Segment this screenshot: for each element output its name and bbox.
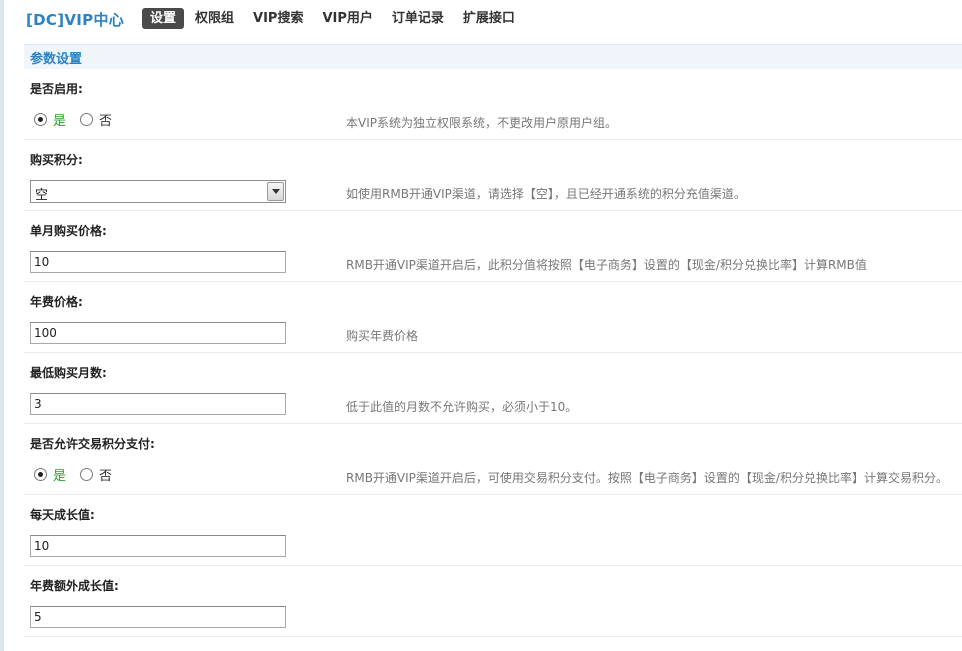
setting-tip: 如使用RMB开通VIP渠道，请选择【空】，且已经开通系统的积分充值渠道。 <box>346 187 746 201</box>
nav-tab-vip-users[interactable]: VIP用户 <box>313 8 381 29</box>
setting-tip: RMB开通VIP渠道开启后，此积分值将按照【电子商务】设置的【现金/积分兑换比率… <box>346 258 867 272</box>
nav-tab-settings[interactable]: 设置 <box>142 8 185 29</box>
setting-label: 单月购买价格: <box>30 224 107 238</box>
setting-label: 购买积分: <box>30 153 83 167</box>
annual-extra-growth-input[interactable] <box>30 606 286 628</box>
setting-row-annual-extra-growth: 年费额外成长值: <box>24 567 962 637</box>
setting-label: 是否启用: <box>30 82 83 96</box>
trade-credit-radio-group: 是 否 <box>34 465 126 484</box>
setting-tip: 低于此值的月数不允许购买，必须小于10。 <box>346 400 578 414</box>
app-brand-title: [DC]VIP中心 <box>26 11 125 29</box>
enable-yes-radio[interactable] <box>34 113 47 126</box>
setting-label: 年费价格: <box>30 295 83 309</box>
monthly-price-input[interactable] <box>30 251 286 273</box>
nav-tab-vip-search[interactable]: VIP搜索 <box>244 8 312 29</box>
setting-label: 年费额外成长值: <box>30 579 119 593</box>
enable-no-radio[interactable] <box>80 113 94 126</box>
buy-credit-select-value: 空 <box>35 188 49 203</box>
setting-row-daily-growth: 每天成长值: <box>24 496 962 566</box>
setting-row-min-months: 最低购买月数: 低于此值的月数不允许购买，必须小于10。 <box>24 354 962 424</box>
trade-credit-no-radio[interactable] <box>80 468 94 481</box>
nav-tabs: 设置 权限组 VIP搜索 VIP用户 订单记录 扩展接口 <box>142 8 525 29</box>
trade-credit-no-label[interactable]: 否 <box>99 465 112 484</box>
select-arrow-button[interactable] <box>267 182 284 201</box>
setting-label: 是否允许交易积分支付: <box>30 437 155 451</box>
nav-tab-order-records[interactable]: 订单记录 <box>383 8 453 29</box>
chevron-down-icon <box>272 189 280 194</box>
setting-row-annual-price: 年费价格: 购买年费价格 <box>24 283 962 353</box>
setting-tip: 购买年费价格 <box>346 329 419 343</box>
annual-price-input[interactable] <box>30 322 286 344</box>
setting-tip: RMB开通VIP渠道开启后，可使用交易积分支付。按照【电子商务】设置的【现金/积… <box>346 471 948 485</box>
setting-tip: 本VIP系统为独立权限系统，不更改用户原用户组。 <box>346 116 617 130</box>
top-navigation: [DC]VIP中心 设置 权限组 VIP搜索 VIP用户 订单记录 扩展接口 <box>0 0 962 38</box>
trade-credit-yes-label[interactable]: 是 <box>53 465 66 484</box>
section-title: 参数设置 <box>30 52 83 67</box>
min-months-input[interactable] <box>30 393 286 415</box>
setting-label: 每天成长值: <box>30 508 95 522</box>
section-header: 参数设置 <box>24 44 962 69</box>
enable-radio-group: 是 否 <box>34 110 126 129</box>
enable-no-label[interactable]: 否 <box>99 110 112 129</box>
nav-tab-permission-groups[interactable]: 权限组 <box>186 8 243 29</box>
nav-tab-extension-api[interactable]: 扩展接口 <box>454 8 524 29</box>
daily-growth-input[interactable] <box>30 535 286 557</box>
trade-credit-yes-radio[interactable] <box>34 468 47 481</box>
enable-yes-label[interactable]: 是 <box>53 110 66 129</box>
setting-label: 最低购买月数: <box>30 366 107 380</box>
setting-row-buy-credit: 购买积分: 空 如使用RMB开通VIP渠道，请选择【空】，且已经开通系统的积分充… <box>24 141 962 211</box>
setting-row-monthly-price: 单月购买价格: RMB开通VIP渠道开启后，此积分值将按照【电子商务】设置的【现… <box>24 212 962 282</box>
left-frame-border <box>0 0 4 651</box>
buy-credit-select[interactable]: 空 <box>30 180 286 203</box>
setting-row-enable: 是否启用: 是 否 本VIP系统为独立权限系统，不更改用户原用户组。 <box>24 70 962 140</box>
setting-row-allow-trade-credit: 是否允许交易积分支付: 是 否 RMB开通VIP渠道开启后，可使用交易积分支付。… <box>24 425 962 495</box>
